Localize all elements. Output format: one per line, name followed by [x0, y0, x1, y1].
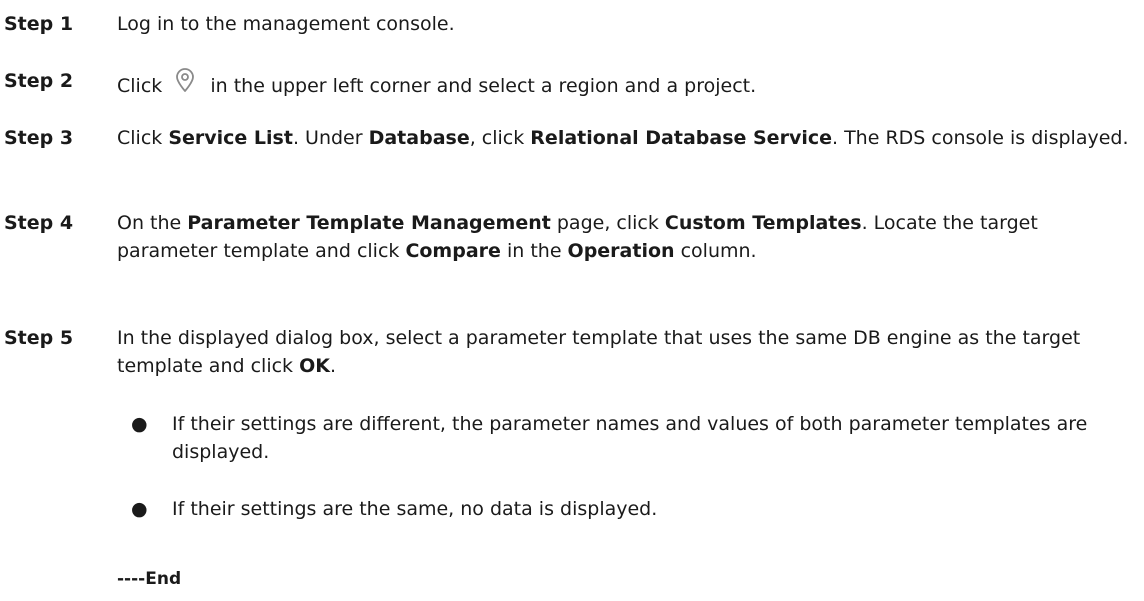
step-label: Step 3	[4, 127, 74, 149]
step-text-segment: Click	[117, 75, 169, 97]
bullet-icon: ●	[131, 498, 148, 520]
step-text-segment: column.	[674, 240, 757, 262]
step-text-segment: In the displayed dialog box, select a pa…	[117, 327, 1081, 377]
step-text-segment: in the upper left corner and select a re…	[204, 75, 757, 97]
bold-term: Custom Templates	[664, 212, 862, 234]
location-pin-icon[interactable]	[170, 67, 200, 95]
step-text-segment: in the	[500, 240, 568, 262]
step-text: Click in the upper left corner and selec…	[117, 67, 1144, 100]
bullet-icon: ●	[131, 413, 148, 435]
step-text-segment: .	[329, 355, 337, 377]
step-label: Step 1	[4, 13, 74, 35]
step-label: Step 5	[4, 327, 74, 349]
bold-term: Parameter Template Management	[187, 212, 551, 234]
step-label: Step 2	[4, 70, 74, 92]
step-text-segment: , click	[469, 127, 531, 149]
bold-term: OK	[299, 355, 330, 377]
step-text-segment: Log in to the management console.	[117, 13, 455, 35]
bullet-text: If their settings are the same, no data …	[172, 498, 658, 520]
step-text-segment: . Under	[292, 127, 369, 149]
step-text: In the displayed dialog box, select a pa…	[117, 324, 1144, 380]
step-text: Click Service List. Under Database, clic…	[117, 124, 1144, 152]
bold-term: Relational Database Service	[530, 127, 832, 149]
step-text-segment: . The RDS console is displayed.	[832, 127, 1129, 149]
bold-term: Database	[368, 127, 470, 149]
step-text-segment: page, click	[550, 212, 665, 234]
bold-term: Service List	[168, 127, 293, 149]
step-label: Step 4	[4, 212, 74, 234]
bullet-text: If their settings are different, the par…	[172, 413, 1088, 463]
bold-term: Operation	[567, 240, 675, 262]
end-marker: ----End	[117, 569, 182, 589]
step-text: On the Parameter Template Management pag…	[117, 209, 1144, 265]
step-text-segment: Click	[117, 127, 169, 149]
step-text-segment: On the	[117, 212, 188, 234]
bold-term: Compare	[405, 240, 501, 262]
step-text: Log in to the management console.	[117, 10, 1144, 38]
